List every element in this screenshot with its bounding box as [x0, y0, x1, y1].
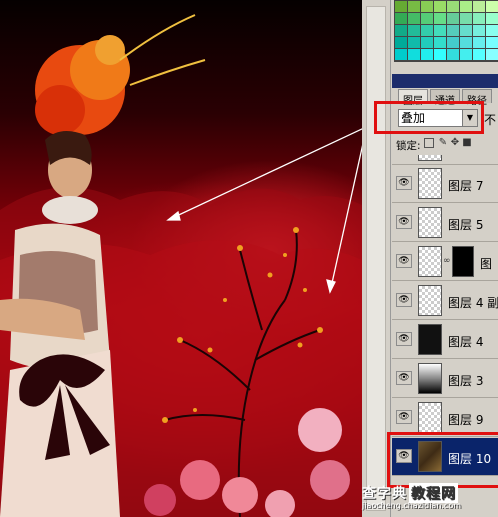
color-swatch[interactable]: [447, 37, 459, 48]
lock-label: 锁定:: [396, 140, 421, 152]
layer-row[interactable]: 👁 图层 5: [392, 204, 498, 242]
photo-artwork: [0, 0, 362, 517]
layer-thumbnail: [418, 168, 442, 199]
color-swatch[interactable]: [434, 25, 446, 36]
color-swatch[interactable]: [486, 13, 498, 24]
eye-icon[interactable]: 👁: [396, 410, 412, 424]
color-swatch[interactable]: [473, 25, 485, 36]
brush-icon[interactable]: ✎: [438, 138, 448, 148]
color-swatch[interactable]: [460, 1, 472, 12]
artwork-svg: [0, 14, 362, 517]
watermark-url: jiaocheng.chazidian.com: [362, 501, 462, 510]
layer-name: 图层 7: [448, 179, 484, 193]
color-swatch[interactable]: [447, 25, 459, 36]
layer-thumbnail: [418, 324, 442, 355]
color-swatch[interactable]: [408, 25, 420, 36]
layer-row[interactable]: 👁 图层 3: [392, 360, 498, 398]
color-swatch[interactable]: [447, 49, 459, 60]
color-swatch[interactable]: [421, 1, 433, 12]
layer-name: 图层 3: [448, 374, 484, 388]
color-swatches-panel: [394, 0, 498, 62]
layer-thumbnail: [418, 363, 442, 394]
color-swatch[interactable]: [421, 49, 433, 60]
color-swatch[interactable]: [486, 25, 498, 36]
color-swatch[interactable]: [434, 37, 446, 48]
layer-name: 图层 4 副本: [448, 296, 498, 310]
layer-thumbnail: [418, 207, 442, 238]
layer-thumbnail: [418, 402, 442, 433]
highlight-blend-mode: [374, 101, 484, 134]
watermark: 查字典 教程网 jiaocheng.chazidian.com: [362, 483, 461, 510]
link-icon[interactable]: ∞: [443, 256, 451, 266]
woman-figure: [0, 131, 120, 517]
layer-name: 图层 9: [448, 413, 484, 427]
color-swatch[interactable]: [421, 37, 433, 48]
color-swatch[interactable]: [421, 25, 433, 36]
layer-row[interactable]: 👁 图层 7: [392, 165, 498, 203]
eye-icon[interactable]: 👁: [396, 176, 412, 190]
color-swatch[interactable]: [434, 13, 446, 24]
layer-thumbnail: [418, 285, 442, 316]
eye-icon[interactable]: 👁: [396, 371, 412, 385]
move-icon[interactable]: ✥: [450, 138, 460, 148]
color-swatch[interactable]: [395, 1, 407, 12]
eye-icon[interactable]: 👁: [396, 293, 412, 307]
color-swatch[interactable]: [434, 49, 446, 60]
color-swatch[interactable]: [486, 49, 498, 60]
layer-row[interactable]: 👁 图层 4 副本: [392, 282, 498, 320]
color-swatch[interactable]: [473, 37, 485, 48]
layer-thumbnail: [418, 246, 442, 277]
color-swatch[interactable]: [460, 13, 472, 24]
eye-icon[interactable]: 👁: [396, 254, 412, 268]
color-swatch[interactable]: [395, 13, 407, 24]
color-swatch[interactable]: [460, 37, 472, 48]
highlight-layer-10: [387, 432, 498, 488]
watermark-box: 教程网: [409, 483, 458, 503]
layer-row[interactable]: 👁 ∞ 图: [392, 243, 498, 281]
color-swatch[interactable]: [447, 1, 459, 12]
lock-icon[interactable]: ■: [462, 138, 472, 148]
color-swatch[interactable]: [473, 1, 485, 12]
color-swatch[interactable]: [486, 1, 498, 12]
color-swatch[interactable]: [434, 1, 446, 12]
color-swatch[interactable]: [408, 37, 420, 48]
layer-name: 图层 4: [448, 335, 484, 349]
color-swatch[interactable]: [421, 13, 433, 24]
color-swatch[interactable]: [460, 25, 472, 36]
layer-thumbnail: [418, 155, 442, 161]
photoshop-panels: 图层 通道 路径 叠加 ▼ 不 锁定: ✎ ✥ ■ 👁 图层 7 👁 图层 5 👁 ∞ 图 👁…: [362, 0, 498, 517]
color-swatch[interactable]: [395, 37, 407, 48]
opacity-label: 不: [484, 113, 497, 127]
lock-transparency-icon[interactable]: [424, 138, 434, 148]
flower-headdress: [35, 14, 206, 135]
color-swatch[interactable]: [408, 13, 420, 24]
layers-panel-titlebar[interactable]: [392, 74, 498, 88]
layer-row[interactable]: 👁 图层 4: [392, 321, 498, 359]
layer-name: 图层 5: [448, 218, 484, 232]
color-swatch[interactable]: [408, 1, 420, 12]
color-swatch[interactable]: [473, 13, 485, 24]
color-swatch[interactable]: [408, 49, 420, 60]
color-swatch[interactable]: [486, 37, 498, 48]
color-swatch[interactable]: [447, 13, 459, 24]
eye-icon[interactable]: 👁: [396, 332, 412, 346]
layer-mask-thumbnail[interactable]: [452, 246, 474, 277]
scrollbar-thumb[interactable]: [366, 6, 386, 511]
watermark-main: 查字典: [362, 486, 407, 502]
color-swatch[interactable]: [395, 25, 407, 36]
lock-row: 锁定: ✎ ✥ ■: [392, 135, 498, 153]
color-swatch[interactable]: [395, 49, 407, 60]
color-swatch[interactable]: [473, 49, 485, 60]
layer-name: 图: [480, 257, 493, 271]
eye-icon[interactable]: 👁: [396, 215, 412, 229]
layer-row-partial[interactable]: [392, 155, 498, 165]
color-swatch[interactable]: [460, 49, 472, 60]
